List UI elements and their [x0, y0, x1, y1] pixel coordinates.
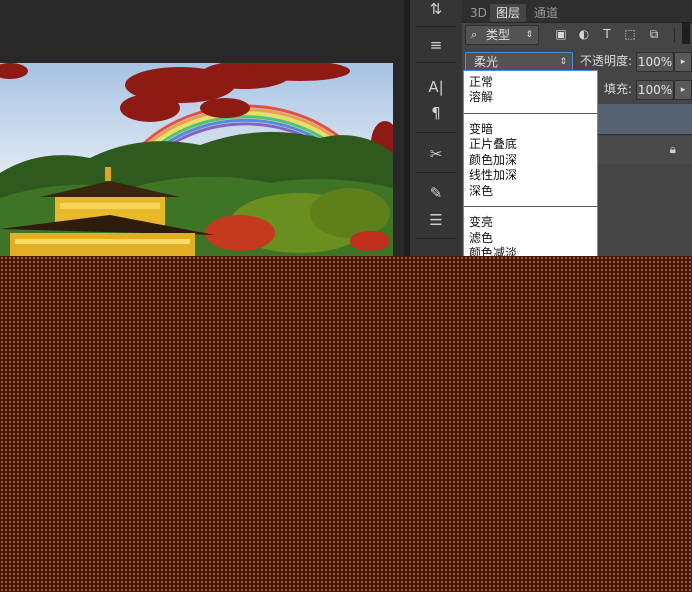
chevron-updown-icon: ⇕	[525, 30, 533, 40]
tab-layers[interactable]: 图层	[490, 4, 527, 22]
layer-filter-label: 类型	[486, 28, 511, 42]
tool-separator	[416, 132, 456, 133]
menu-item-multiply[interactable]: 正片叠底	[469, 137, 517, 152]
menu-item-normal[interactable]: 正常	[469, 75, 493, 90]
menu-separator	[464, 113, 597, 114]
filter-separator	[674, 28, 675, 42]
tool-separator	[416, 172, 456, 173]
filter-toggle[interactable]	[684, 27, 690, 41]
layer-row[interactable]: 🔒︎	[598, 136, 692, 164]
layer-row-selected[interactable]	[598, 104, 692, 134]
menu-item-lighten[interactable]: 变亮	[469, 215, 493, 230]
tab-channels[interactable]: 通道	[528, 4, 564, 22]
tool-presets-icon[interactable]: ✂	[427, 145, 445, 163]
menu-item-color-burn[interactable]: 颜色加深	[469, 153, 517, 168]
type-filter-icon[interactable]: T	[599, 26, 615, 42]
fill-label: 填充:	[604, 82, 633, 96]
layer-divider	[598, 134, 692, 135]
adjustment-filter-icon[interactable]: ◐	[576, 26, 592, 42]
brush-icon[interactable]: ✎	[427, 184, 445, 202]
shape-filter-icon[interactable]: ⬚	[622, 26, 638, 42]
adjustments-icon[interactable]: ☰	[427, 211, 445, 229]
history-icon[interactable]: ⇅	[427, 0, 445, 18]
document-image[interactable]	[0, 63, 393, 256]
search-icon: ⌕	[471, 28, 478, 41]
menu-item-darken[interactable]: 变暗	[469, 122, 493, 137]
smart-object-filter-icon[interactable]: ⧉	[646, 26, 662, 42]
fill-slider-button[interactable]: ▸	[674, 80, 692, 100]
fill-input[interactable]: 100%	[636, 80, 674, 100]
actions-icon[interactable]: ≡	[427, 36, 445, 54]
character-icon[interactable]: A|	[427, 78, 445, 96]
opacity-input[interactable]: 100%	[636, 52, 674, 72]
menu-separator	[464, 206, 597, 207]
dotted-overlay	[0, 256, 692, 592]
blend-mode-select[interactable]: 柔光 ⇕	[465, 52, 573, 72]
temple-rainbow-photo	[0, 63, 393, 256]
paragraph-icon[interactable]: ¶	[427, 104, 445, 122]
menu-item-linear-burn[interactable]: 线性加深	[469, 168, 517, 183]
lock-icon[interactable]: 🔒︎	[670, 142, 676, 157]
tool-separator	[416, 62, 456, 63]
tool-separator	[416, 238, 456, 239]
blend-mode-value: 柔光	[474, 55, 499, 69]
image-filter-icon[interactable]: ▣	[553, 26, 569, 42]
layer-filter-dropdown[interactable]: ⌕ 类型 ⇕	[465, 25, 539, 45]
chevron-updown-icon: ⇕	[559, 57, 567, 67]
menu-item-screen[interactable]: 滤色	[469, 231, 493, 246]
tool-separator	[416, 26, 456, 27]
menu-item-darker-color[interactable]: 深色	[469, 184, 493, 199]
tab-3d[interactable]: 3D	[464, 4, 493, 22]
opacity-label: 不透明度:	[580, 54, 633, 68]
tools-strip: ⇅ ≡ A| ¶ ✂ ✎ ☰	[410, 0, 463, 256]
panel-tab-bar: 3D 图层 通道	[462, 0, 692, 23]
menu-item-dissolve[interactable]: 溶解	[469, 90, 493, 105]
opacity-slider-button[interactable]: ▸	[674, 52, 692, 72]
blend-mode-menu: 正常 溶解 变暗 正片叠底 颜色加深 线性加深 深色 变亮 滤色 颜色减淡	[463, 70, 598, 258]
